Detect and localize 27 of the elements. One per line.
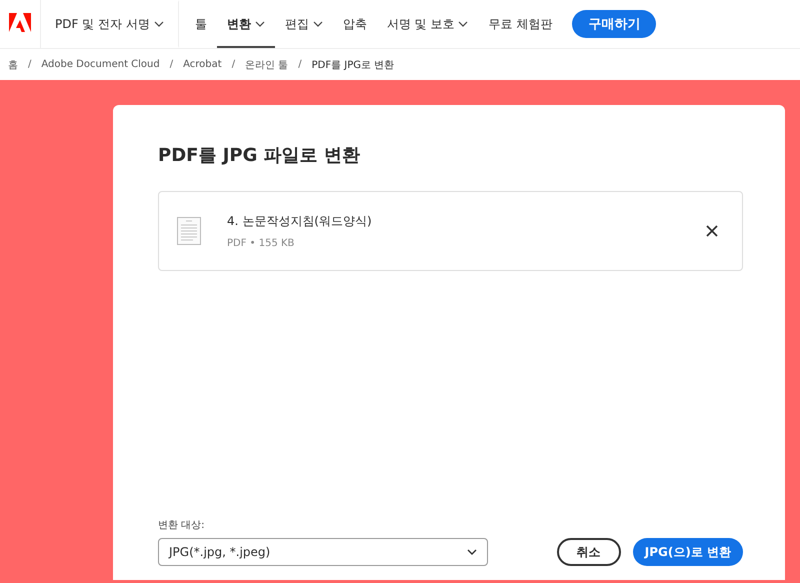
breadcrumb-separator: / bbox=[232, 59, 236, 70]
convert-button[interactable]: JPG(으)로 변환 bbox=[632, 538, 743, 566]
nav-tab[interactable]: PDF 및 전자 서명 bbox=[41, 0, 179, 48]
file-name: 4. 논문작성지침(워드양식) bbox=[227, 213, 373, 230]
page-title: PDF를 JPG 파일로 변환 bbox=[158, 144, 361, 167]
nav-tab[interactable]: 무료 체험판 bbox=[478, 0, 562, 48]
buy-button[interactable]: 구매하기 bbox=[572, 10, 656, 38]
file-meta: PDF • 155 KB bbox=[227, 238, 296, 249]
document-thumbnail-icon bbox=[177, 217, 201, 245]
format-label: 변환 대상: bbox=[158, 519, 206, 532]
breadcrumb-separator: / bbox=[298, 59, 302, 70]
breadcrumb-separator: / bbox=[170, 59, 174, 70]
close-icon[interactable] bbox=[706, 225, 718, 237]
breadcrumb-link[interactable]: Acrobat bbox=[183, 59, 222, 70]
nav-tab[interactable]: 편집 bbox=[274, 0, 333, 48]
nav-tab[interactable]: 서명 및 보호 bbox=[376, 0, 478, 48]
logo-icon[interactable] bbox=[9, 13, 31, 35]
breadcrumb-separator: / bbox=[28, 59, 32, 70]
breadcrumb-link[interactable]: PDF를 JPG로 변환 bbox=[312, 58, 394, 72]
breadcrumb-link[interactable]: 온라인 툴 bbox=[245, 58, 288, 72]
breadcrumb-link[interactable]: Adobe Document Cloud bbox=[41, 59, 160, 70]
nav-tab[interactable]: 압축 bbox=[332, 0, 377, 48]
nav-tab[interactable]: 툴 bbox=[184, 0, 217, 48]
chevron-icon bbox=[467, 549, 477, 555]
format-dropdown[interactable]: JPG(*.jpg, *.jpeg) bbox=[158, 538, 488, 566]
breadcrumb-link[interactable]: 홈 bbox=[8, 58, 18, 72]
cancel-button[interactable]: 취소 bbox=[556, 538, 621, 566]
